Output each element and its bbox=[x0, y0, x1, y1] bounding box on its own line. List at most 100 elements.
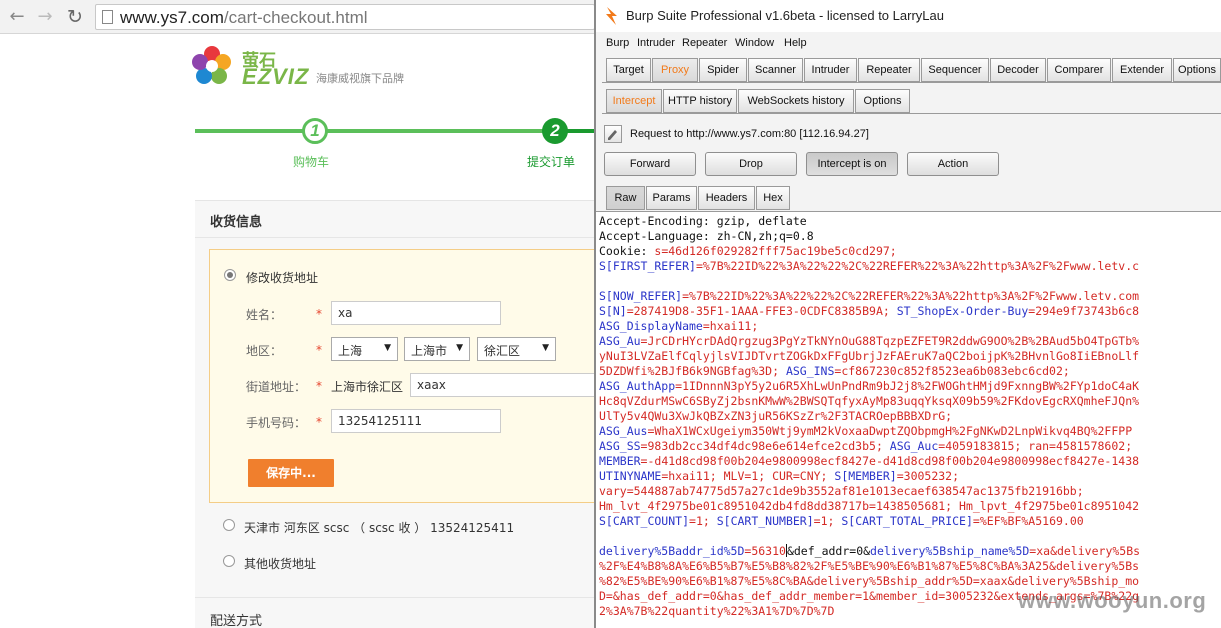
url-text[interactable]: www.ys7.com/cart-checkout.html bbox=[120, 8, 368, 28]
param-name: MEMBER bbox=[599, 454, 641, 468]
raw-request-editor[interactable]: Accept-Encoding: gzip, deflate Accept-Lan… bbox=[596, 211, 1221, 628]
subtab-intercept[interactable]: Intercept bbox=[606, 89, 662, 113]
request-line: %2F%E4%B8%8A%E6%B5%B7%E5%B8%82%2F%E5%BE%… bbox=[599, 559, 1139, 574]
subtab-http-history[interactable]: HTTP history bbox=[663, 89, 737, 113]
param-name: S[N] bbox=[599, 304, 627, 318]
logo-slogan: 海康威视旗下品牌 bbox=[316, 72, 404, 85]
param-value: %2F%E4%B8%8A%E6%B5%B7%E5%B8%82%2F%E5%BE%… bbox=[599, 559, 1140, 573]
request-line: S[FIRST_REFER]=%7B%22ID%22%3A%22%22%2C%2… bbox=[599, 259, 1139, 274]
pencil-glyph-icon bbox=[608, 130, 617, 140]
street-required-mark: * bbox=[316, 379, 322, 393]
region-label: 地区： bbox=[246, 344, 283, 358]
section-divider bbox=[195, 597, 600, 598]
pencil-icon[interactable] bbox=[604, 125, 622, 143]
address-bar[interactable]: www.ys7.com/cart-checkout.html bbox=[95, 4, 595, 30]
street-input[interactable]: xaax bbox=[410, 373, 601, 397]
tab-proxy[interactable]: Proxy bbox=[652, 58, 698, 82]
param-value: =JrCDrHYcrDAdQrgzug3PgYzTkNYnOuG88TqzpEZ… bbox=[640, 334, 1140, 348]
param-value: =56310 bbox=[744, 544, 786, 558]
request-line: ASG_DisplayName=hxai11; bbox=[599, 319, 758, 334]
browser-window: ← → ↻ www.ys7.com/cart-checkout.html 萤石 … bbox=[0, 0, 601, 628]
param-name: ASG_SS bbox=[599, 439, 641, 453]
param-value: 5DZDWfi%2BJfB6k9NGBfag%3D; bbox=[599, 364, 786, 378]
menu-repeater[interactable]: Repeater bbox=[682, 37, 727, 49]
step-2-label: 提交订单 bbox=[527, 155, 576, 169]
phone-required-mark: * bbox=[316, 415, 322, 429]
delivery-title: 配送方式 bbox=[210, 614, 263, 628]
district-select[interactable]: 徐汇区 ▼ bbox=[477, 337, 556, 361]
saved-address-label[interactable]: 天津市 河东区 scsc （ scsc 收 ） 13524125411 bbox=[244, 519, 514, 536]
edit-address-radio[interactable] bbox=[224, 269, 236, 281]
view-tab-raw[interactable]: Raw bbox=[606, 186, 645, 210]
param-name: S[CART_NUMBER] bbox=[716, 514, 814, 528]
param-name: ASG_Au bbox=[599, 334, 641, 348]
drop-button[interactable]: Drop bbox=[705, 152, 797, 176]
request-line: yNuI3LVZaElfCqlyjlsVIJDTvrtZOGkDxFFgUbrj… bbox=[599, 349, 1139, 364]
tab-spider[interactable]: Spider bbox=[699, 58, 747, 82]
province-value: 上海 bbox=[338, 344, 363, 358]
saved-address-radio[interactable] bbox=[223, 519, 235, 531]
request-line: S[CART_COUNT]=1; S[CART_NUMBER]=1; S[CAR… bbox=[599, 514, 1084, 529]
param-value: =287419D8-35F1-1AAA-FFE3-0CDFC8385B9A; bbox=[626, 304, 897, 318]
browser-toolbar: ← → ↻ www.ys7.com/cart-checkout.html bbox=[0, 0, 600, 34]
tab-sequencer[interactable]: Sequencer bbox=[921, 58, 989, 82]
tab-options[interactable]: Options bbox=[1173, 58, 1221, 82]
param-value: =%7B%22ID%22%3A%22%22%2C%22REFER%22%3A%2… bbox=[695, 259, 1140, 273]
request-line: MEMBER=-d41d8cd98f00b204e9800998ecf8427e… bbox=[599, 454, 1139, 469]
view-tab-headers[interactable]: Headers bbox=[698, 186, 755, 210]
menu-burp[interactable]: Burp bbox=[606, 37, 629, 49]
param-value: =cf867230c852f8523ea6b083ebc6cd02; bbox=[834, 364, 1070, 378]
forward-arrow-icon[interactable]: → bbox=[34, 6, 56, 28]
param-value: =3005232; bbox=[896, 469, 960, 483]
request-line: ASG_Au=JrCDrHYcrDAdQrgzug3PgYzTkNYnOuG88… bbox=[599, 334, 1139, 349]
province-select[interactable]: 上海 ▼ bbox=[331, 337, 398, 361]
edit-address-label: 修改收货地址 bbox=[246, 271, 319, 285]
param-name: ASG_AuthApp bbox=[599, 379, 676, 393]
chevron-down-icon: ▼ bbox=[384, 343, 391, 353]
phone-input[interactable]: 13254125111 bbox=[331, 409, 501, 433]
tab-intruder[interactable]: Intruder bbox=[804, 58, 857, 82]
other-address-radio[interactable] bbox=[223, 555, 235, 567]
back-arrow-icon[interactable]: ← bbox=[6, 6, 28, 28]
burp-window: Burp Suite Professional v1.6beta - licen… bbox=[594, 0, 1221, 628]
param-value: s=46d126f029282fff75ac19be5c0cd297; bbox=[654, 244, 897, 258]
intercept-toggle-button[interactable]: Intercept is on bbox=[806, 152, 898, 176]
request-line: Accept-Encoding: gzip, deflate bbox=[599, 214, 807, 229]
tab-comparer[interactable]: Comparer bbox=[1047, 58, 1111, 82]
step-2-circle: 2 bbox=[542, 118, 568, 144]
tab-row-divider bbox=[602, 82, 1221, 83]
action-button[interactable]: Action bbox=[907, 152, 999, 176]
reload-icon[interactable]: ↻ bbox=[64, 6, 86, 28]
burp-titlebar: Burp Suite Professional v1.6beta - licen… bbox=[596, 0, 1221, 32]
tab-target[interactable]: Target bbox=[606, 58, 651, 82]
request-line: Cookie: s=46d126f029282fff75ac19be5c0cd2… bbox=[599, 244, 897, 259]
param-value: =%EF%BF%A5169.00 bbox=[972, 514, 1084, 528]
section-divider bbox=[195, 237, 600, 238]
line-text: Cookie: bbox=[599, 244, 655, 258]
city-select[interactable]: 上海市 ▼ bbox=[404, 337, 470, 361]
param-name: ASG_DisplayName bbox=[599, 319, 703, 333]
name-input[interactable]: xa bbox=[331, 301, 501, 325]
view-tab-hex[interactable]: Hex bbox=[756, 186, 790, 210]
shipping-section: 收货信息 修改收货地址 姓名： * xa 地区： * 上海 ▼ 上海市 ▼ 徐汇区 ▼… bbox=[195, 200, 601, 628]
view-tab-params[interactable]: Params bbox=[646, 186, 697, 210]
tab-scanner[interactable]: Scanner bbox=[748, 58, 803, 82]
progress-line-done bbox=[195, 129, 555, 133]
ezviz-logo[interactable]: 萤石 EZVIZ 海康威视旗下品牌 bbox=[190, 44, 440, 90]
tab-repeater[interactable]: Repeater bbox=[858, 58, 920, 82]
param-name: S[NOW_REFER] bbox=[599, 289, 683, 303]
tab-extender[interactable]: Extender bbox=[1112, 58, 1172, 82]
request-line: ASG_SS=983db2cc34df4dc98e6e614efce2cd3b5… bbox=[599, 439, 1132, 454]
other-address-label[interactable]: 其他收货地址 bbox=[244, 555, 316, 572]
menu-window[interactable]: Window bbox=[735, 37, 774, 49]
forward-button[interactable]: Forward bbox=[604, 152, 696, 176]
subtab-websockets-history[interactable]: WebSockets history bbox=[738, 89, 854, 113]
section-title: 收货信息 bbox=[210, 215, 263, 230]
param-value: =294e9f73743b6c8 bbox=[1028, 304, 1140, 318]
menu-help[interactable]: Help bbox=[784, 37, 807, 49]
street-label: 街道地址： bbox=[246, 380, 307, 394]
subtab-options[interactable]: Options bbox=[855, 89, 910, 113]
tab-decoder[interactable]: Decoder bbox=[990, 58, 1046, 82]
save-button[interactable]: 保存中... bbox=[248, 459, 334, 487]
menu-intruder[interactable]: Intruder bbox=[637, 37, 675, 49]
